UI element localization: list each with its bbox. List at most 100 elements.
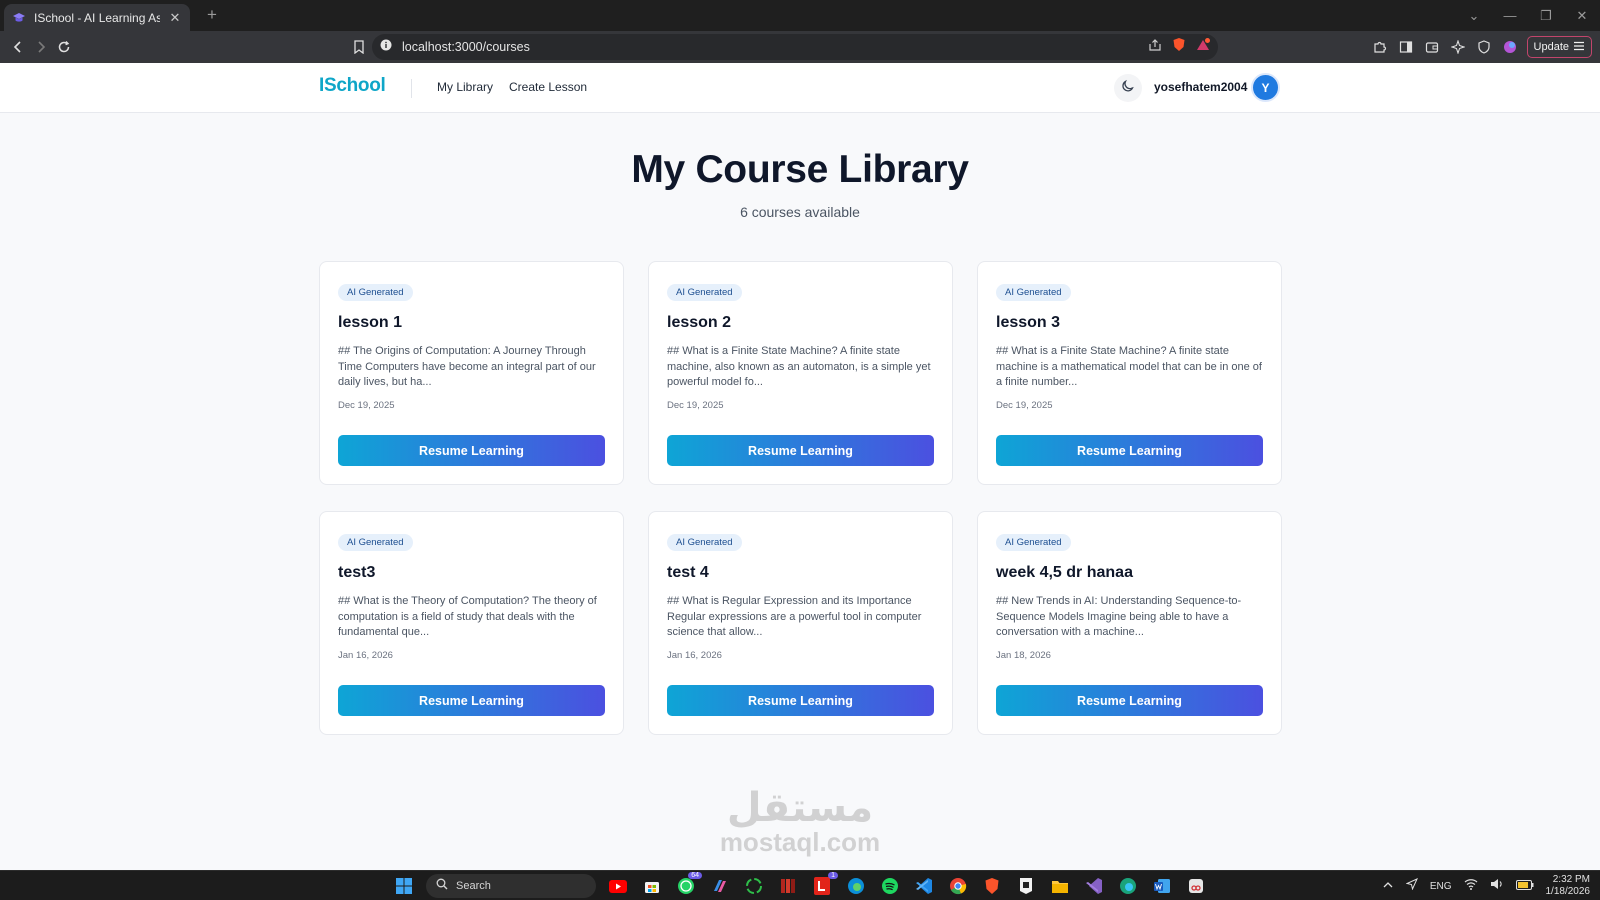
taskbar-search[interactable]: Search [426,874,596,898]
update-label: Update [1533,41,1569,53]
course-date: Jan 16, 2026 [667,650,722,661]
tab-close-icon[interactable]: ✕ [168,10,182,26]
spotify-icon[interactable] [878,875,902,897]
brave-rewards-icon[interactable] [1196,37,1210,57]
theme-toggle-button[interactable] [1114,74,1142,102]
pdf-reader-icon[interactable]: 1 [810,872,838,897]
watermark-arabic: مستقل [726,785,874,831]
app-header: ISchool My Library Create Lesson yosefha… [0,63,1600,113]
taskbar-apps: Search 64 1 [392,872,1208,898]
username[interactable]: yosefhatem2004 [1154,80,1247,94]
forward-arrow-icon[interactable] [31,37,51,57]
moon-icon [1121,79,1135,98]
course-card: AI Generated lesson 1 ## The Origins of … [319,261,624,485]
tab-search-chevron-icon[interactable]: ⌄ [1456,8,1492,24]
resume-learning-button[interactable]: Resume Learning [667,435,934,466]
restore-icon[interactable]: ❐ [1528,8,1564,24]
profile-orb-icon[interactable] [1501,38,1519,56]
wallet-icon[interactable] [1423,38,1441,56]
vscode-icon[interactable] [912,875,936,897]
location-arrow-icon[interactable] [1405,877,1418,895]
course-date: Dec 19, 2025 [667,400,724,411]
avatar[interactable]: Y [1251,73,1280,102]
youtube-icon[interactable] [606,875,630,897]
browser-tab[interactable]: ISchool - AI Learning Assistant ✕ [4,4,190,31]
update-button[interactable]: Update [1526,36,1592,58]
course-card: AI Generated week 4,5 dr hanaa ## New Tr… [977,511,1282,735]
ai-generated-badge: AI Generated [338,534,413,551]
edge-icon[interactable] [844,875,868,897]
course-grid: AI Generated lesson 1 ## The Origins of … [319,261,1282,735]
leo-ai-icon[interactable] [1449,38,1467,56]
visual-studio-icon[interactable] [1082,875,1106,897]
nav-my-library[interactable]: My Library [437,80,493,94]
course-title: week 4,5 dr hanaa [996,564,1133,581]
puzzle-icon[interactable] [1371,38,1389,56]
battery-icon[interactable] [1515,877,1534,895]
course-count: 6 courses available [740,204,860,220]
edge-dev-icon[interactable] [1116,875,1140,897]
word-icon[interactable] [1150,875,1174,897]
url-text[interactable]: localhost:3000/courses [402,40,1148,54]
course-card: AI Generated lesson 3 ## What is a Finit… [977,261,1282,485]
menu-icon [1573,41,1585,54]
course-date: Dec 19, 2025 [996,400,1053,411]
ai-generated-badge: AI Generated [996,284,1071,301]
whatsapp-icon[interactable]: 64 [674,872,702,897]
windows-start-icon[interactable] [392,875,416,897]
volume-icon[interactable] [1490,877,1504,895]
snipping-tool-icon[interactable] [1184,875,1208,897]
close-window-icon[interactable]: ✕ [1564,8,1600,24]
resume-learning-button[interactable]: Resume Learning [338,685,605,716]
course-title: lesson 2 [667,314,732,331]
new-tab-button[interactable]: + [202,5,222,25]
chevron-up-icon[interactable] [1382,877,1394,895]
search-label: Search [456,880,491,892]
course-card: AI Generated lesson 2 ## What is a Finit… [648,261,953,485]
clock-date: 1/18/2026 [1545,886,1591,897]
epic-games-icon[interactable] [1014,875,1038,897]
chrome-icon[interactable] [946,875,970,897]
header-divider [411,79,412,98]
copilot-icon[interactable] [708,875,732,897]
vpn-shield-icon[interactable] [1475,38,1493,56]
nav-create-lesson[interactable]: Create Lesson [509,80,587,94]
bookmark-icon[interactable] [349,37,369,57]
resume-learning-button[interactable]: Resume Learning [996,685,1263,716]
course-title: lesson 3 [996,314,1061,331]
minimize-icon[interactable]: — [1492,8,1528,23]
file-explorer-icon[interactable] [1048,875,1072,897]
whatsapp-badge: 64 [688,872,702,879]
resume-learning-button[interactable]: Resume Learning [996,435,1263,466]
ai-generated-badge: AI Generated [667,534,742,551]
brave-shield-icon[interactable] [1172,37,1186,57]
course-description: ## The Origins of Computation: A Journey… [338,345,596,388]
wifi-icon[interactable] [1464,877,1478,895]
back-arrow-icon[interactable] [8,37,28,57]
course-description: ## What is the Theory of Computation? Th… [338,595,597,638]
store-icon[interactable] [640,875,664,897]
ai-generated-badge: AI Generated [667,284,742,301]
course-date: Jan 16, 2026 [338,650,393,661]
brave-icon[interactable] [980,875,1004,897]
language-indicator[interactable]: ENG [1430,881,1452,892]
window-controls: ⌄ — ❐ ✕ [1456,0,1600,31]
page-title: My Course Library [631,148,969,191]
sidebar-icon[interactable] [1397,38,1415,56]
graduation-cap-icon [12,11,26,25]
ai-generated-badge: AI Generated [338,284,413,301]
site-info-icon[interactable] [380,38,392,56]
clock[interactable]: 2:32 PM 1/18/2026 [1546,874,1591,898]
course-description: ## New Trends in AI: Understanding Seque… [996,595,1242,638]
search-icon [436,877,448,895]
books-icon[interactable] [776,875,800,897]
course-date: Dec 19, 2025 [338,400,395,411]
sync-icon[interactable] [742,875,766,897]
logo[interactable]: ISchool [319,75,386,97]
share-icon[interactable] [1148,38,1162,57]
os-taskbar: Search 64 1 ENG 2:32 PM 1/18/2026 [0,870,1600,900]
address-bar[interactable]: localhost:3000/courses [372,34,1218,60]
resume-learning-button[interactable]: Resume Learning [667,685,934,716]
reload-icon[interactable] [54,37,74,57]
resume-learning-button[interactable]: Resume Learning [338,435,605,466]
